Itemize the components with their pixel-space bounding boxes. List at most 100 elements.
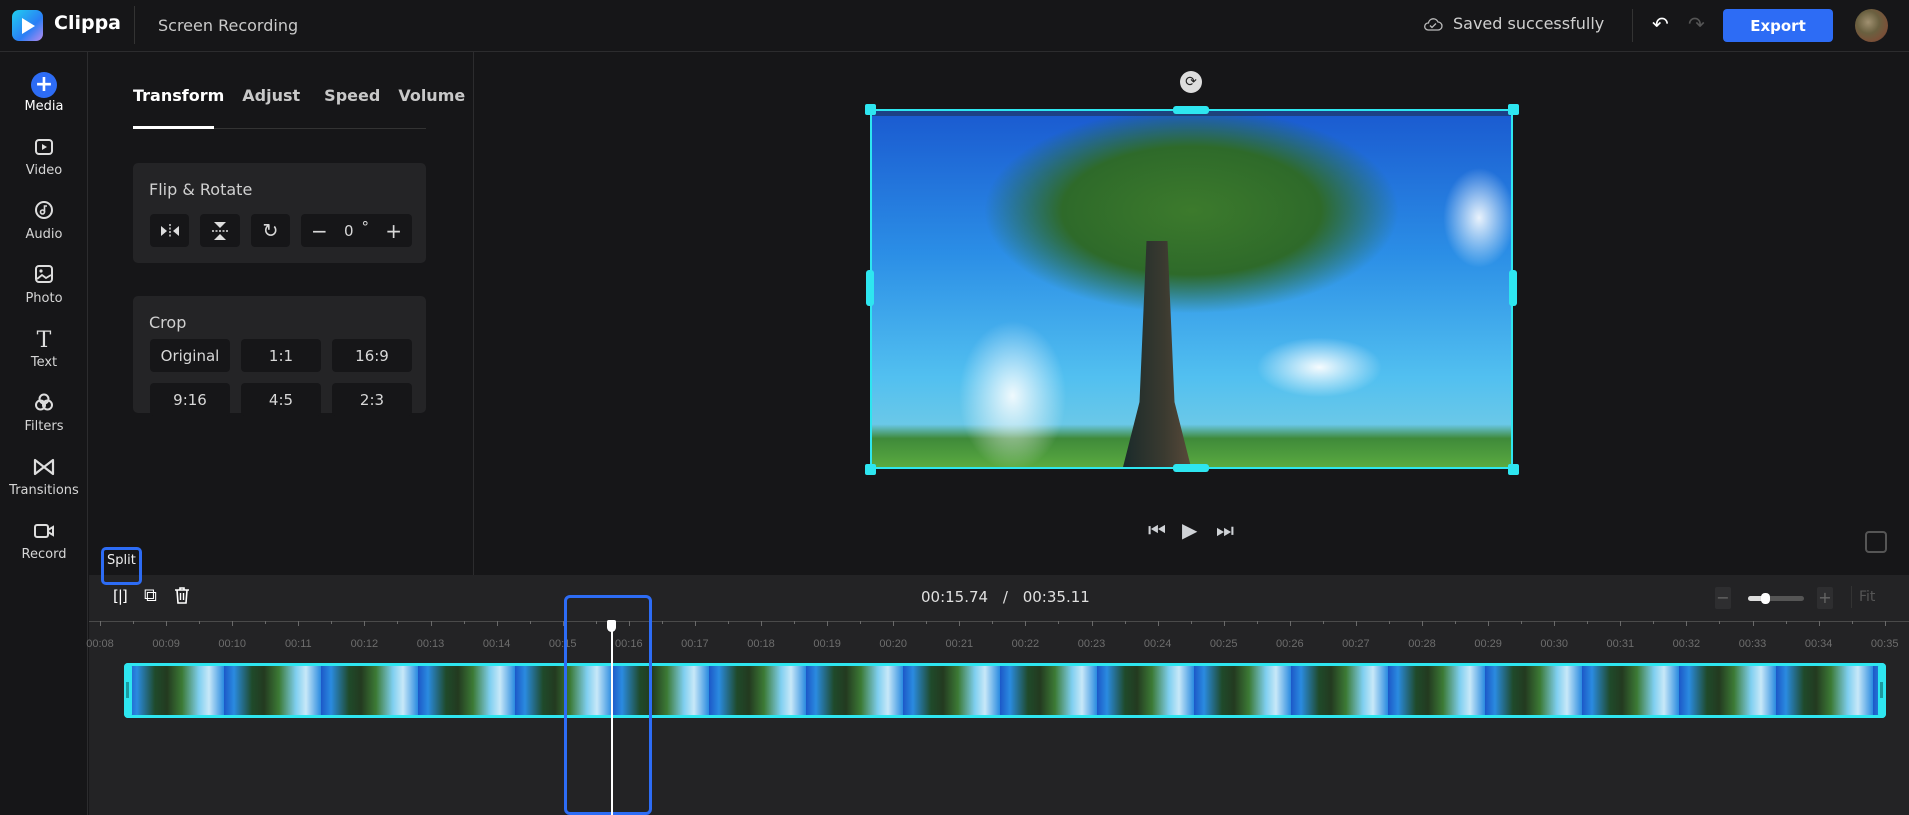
tab-adjust[interactable]: Adjust — [242, 86, 300, 105]
resize-handle-right[interactable] — [1509, 270, 1517, 306]
tab-speed[interactable]: Speed — [324, 86, 380, 105]
sidebar: + Media Video Audio Photo T Text Filters… — [0, 52, 88, 815]
crop-original-button[interactable]: Original — [150, 339, 230, 372]
sidebar-item-audio[interactable]: Audio — [0, 200, 88, 242]
crop-1-1-button[interactable]: 1:1 — [241, 339, 321, 372]
playhead-handle[interactable] — [607, 620, 617, 632]
ruler-tick — [1818, 621, 1820, 626]
ruler-label: 00:19 — [813, 638, 841, 650]
zoom-in-button[interactable]: + — [1817, 587, 1833, 609]
project-title[interactable]: Screen Recording — [158, 16, 298, 35]
crop-9-16-button[interactable]: 9:16 — [150, 383, 230, 416]
crop-4-5-button[interactable]: 4:5 — [241, 383, 321, 416]
panel-tabs: Transform Adjust Speed Volume — [133, 86, 483, 105]
crop-16-9-button[interactable]: 16:9 — [332, 339, 412, 372]
clip-trim-handle-left[interactable] — [124, 663, 132, 718]
ruler-subtick — [1256, 621, 1258, 624]
ruler-subtick — [1851, 621, 1853, 624]
ruler-tick — [1422, 621, 1423, 626]
video-clip[interactable] — [124, 663, 1886, 718]
resize-handle-top[interactable] — [1173, 106, 1209, 114]
play-button[interactable]: ▶ — [1182, 518, 1197, 542]
avatar[interactable] — [1855, 9, 1888, 42]
rotation-decrease-button[interactable]: − — [311, 219, 328, 243]
ruler-subtick — [1587, 621, 1589, 624]
video-preview[interactable] — [870, 109, 1513, 469]
skip-back-button[interactable]: ⏮ — [1148, 518, 1166, 542]
tab-transform[interactable]: Transform — [133, 86, 224, 105]
skip-forward-button[interactable]: ⏭ — [1216, 518, 1234, 542]
tab-volume[interactable]: Volume — [398, 86, 465, 105]
sidebar-item-label: Photo — [25, 291, 63, 306]
video-icon — [31, 136, 57, 162]
timecode: 00:15.74 / 00:35.11 — [921, 588, 1090, 606]
rotate-button[interactable]: ↻ — [251, 214, 290, 247]
resize-handle-top-right[interactable] — [1508, 104, 1519, 115]
fullscreen-icon[interactable] — [1865, 531, 1887, 553]
rotate-handle-icon[interactable]: ⟳ — [1180, 71, 1202, 93]
ruler-tick — [1355, 621, 1357, 626]
ruler-subtick — [1322, 621, 1324, 624]
redo-icon[interactable]: ↷ — [1688, 12, 1705, 36]
ruler-tick — [1884, 621, 1886, 626]
rotation-angle-value[interactable]: 0 ° — [344, 218, 369, 240]
transitions-icon — [31, 456, 57, 482]
delete-icon[interactable] — [174, 586, 190, 608]
export-button[interactable]: Export — [1723, 9, 1833, 42]
clip-trim-handle-right[interactable] — [1878, 663, 1886, 718]
ruler-tick — [100, 621, 101, 626]
fit-button[interactable]: Fit — [1859, 589, 1875, 605]
duplicate-icon[interactable]: ⧉ — [144, 585, 157, 606]
resize-handle-bottom[interactable] — [1173, 464, 1209, 472]
divider — [134, 6, 135, 44]
brand-name: Clippa — [54, 12, 121, 34]
sidebar-item-record[interactable]: Record — [0, 520, 88, 562]
timeline-ruler — [89, 621, 1909, 622]
degree-symbol: ° — [361, 217, 370, 236]
flip-vertical-button[interactable] — [200, 214, 240, 247]
ruler-tick — [1025, 621, 1027, 626]
sidebar-item-video[interactable]: Video — [0, 136, 88, 178]
angle-value[interactable]: 0 — [344, 222, 354, 240]
ruler-subtick — [1653, 621, 1655, 624]
sidebar-item-text[interactable]: T Text — [0, 328, 88, 370]
undo-icon[interactable]: ↶ — [1652, 12, 1669, 36]
crop-2-3-button[interactable]: 2:3 — [332, 383, 412, 416]
sidebar-item-media[interactable]: + Media — [0, 72, 88, 114]
rotation-increase-button[interactable]: + — [385, 219, 402, 243]
photo-icon — [31, 264, 57, 290]
ruler-subtick — [1521, 621, 1523, 624]
resize-handle-left[interactable] — [866, 270, 874, 306]
flip-rotate-title: Flip & Rotate — [149, 180, 253, 199]
ruler-label: 00:09 — [152, 638, 180, 650]
ruler-label: 00:25 — [1209, 638, 1238, 650]
playhead[interactable] — [610, 630, 613, 815]
split-icon[interactable]: [|] — [113, 587, 128, 605]
zoom-slider[interactable] — [1748, 593, 1804, 604]
save-status: Saved successfully — [1423, 14, 1604, 33]
resize-handle-bottom-right[interactable] — [1508, 464, 1519, 475]
ruler-tick — [827, 621, 829, 626]
zoom-slider-thumb[interactable] — [1760, 593, 1770, 604]
ruler-label: 00:31 — [1606, 638, 1635, 650]
resize-handle-top-left[interactable] — [865, 104, 876, 115]
resize-handle-bottom-left[interactable] — [865, 464, 876, 475]
sidebar-item-photo[interactable]: Photo — [0, 264, 88, 306]
ruler-label: 00:24 — [1143, 638, 1172, 650]
flip-horizontal-icon — [160, 223, 179, 238]
ruler-subtick — [727, 621, 729, 624]
sidebar-item-label: Transitions — [9, 483, 79, 498]
ruler-subtick — [1388, 621, 1390, 624]
ruler-label: 00:11 — [284, 638, 312, 650]
ruler-subtick — [992, 621, 994, 624]
zoom-out-button[interactable]: − — [1715, 587, 1731, 609]
save-status-text: Saved successfully — [1453, 14, 1605, 33]
divider — [1632, 9, 1633, 42]
sidebar-item-transitions[interactable]: Transitions — [0, 456, 88, 498]
sidebar-item-filters[interactable]: Filters — [0, 392, 88, 434]
ruler-subtick — [1455, 621, 1457, 624]
flip-horizontal-button[interactable] — [150, 214, 189, 247]
sidebar-item-label: Filters — [24, 419, 64, 434]
ruler-label: 00:14 — [482, 638, 511, 650]
ruler-tick — [1488, 621, 1490, 626]
